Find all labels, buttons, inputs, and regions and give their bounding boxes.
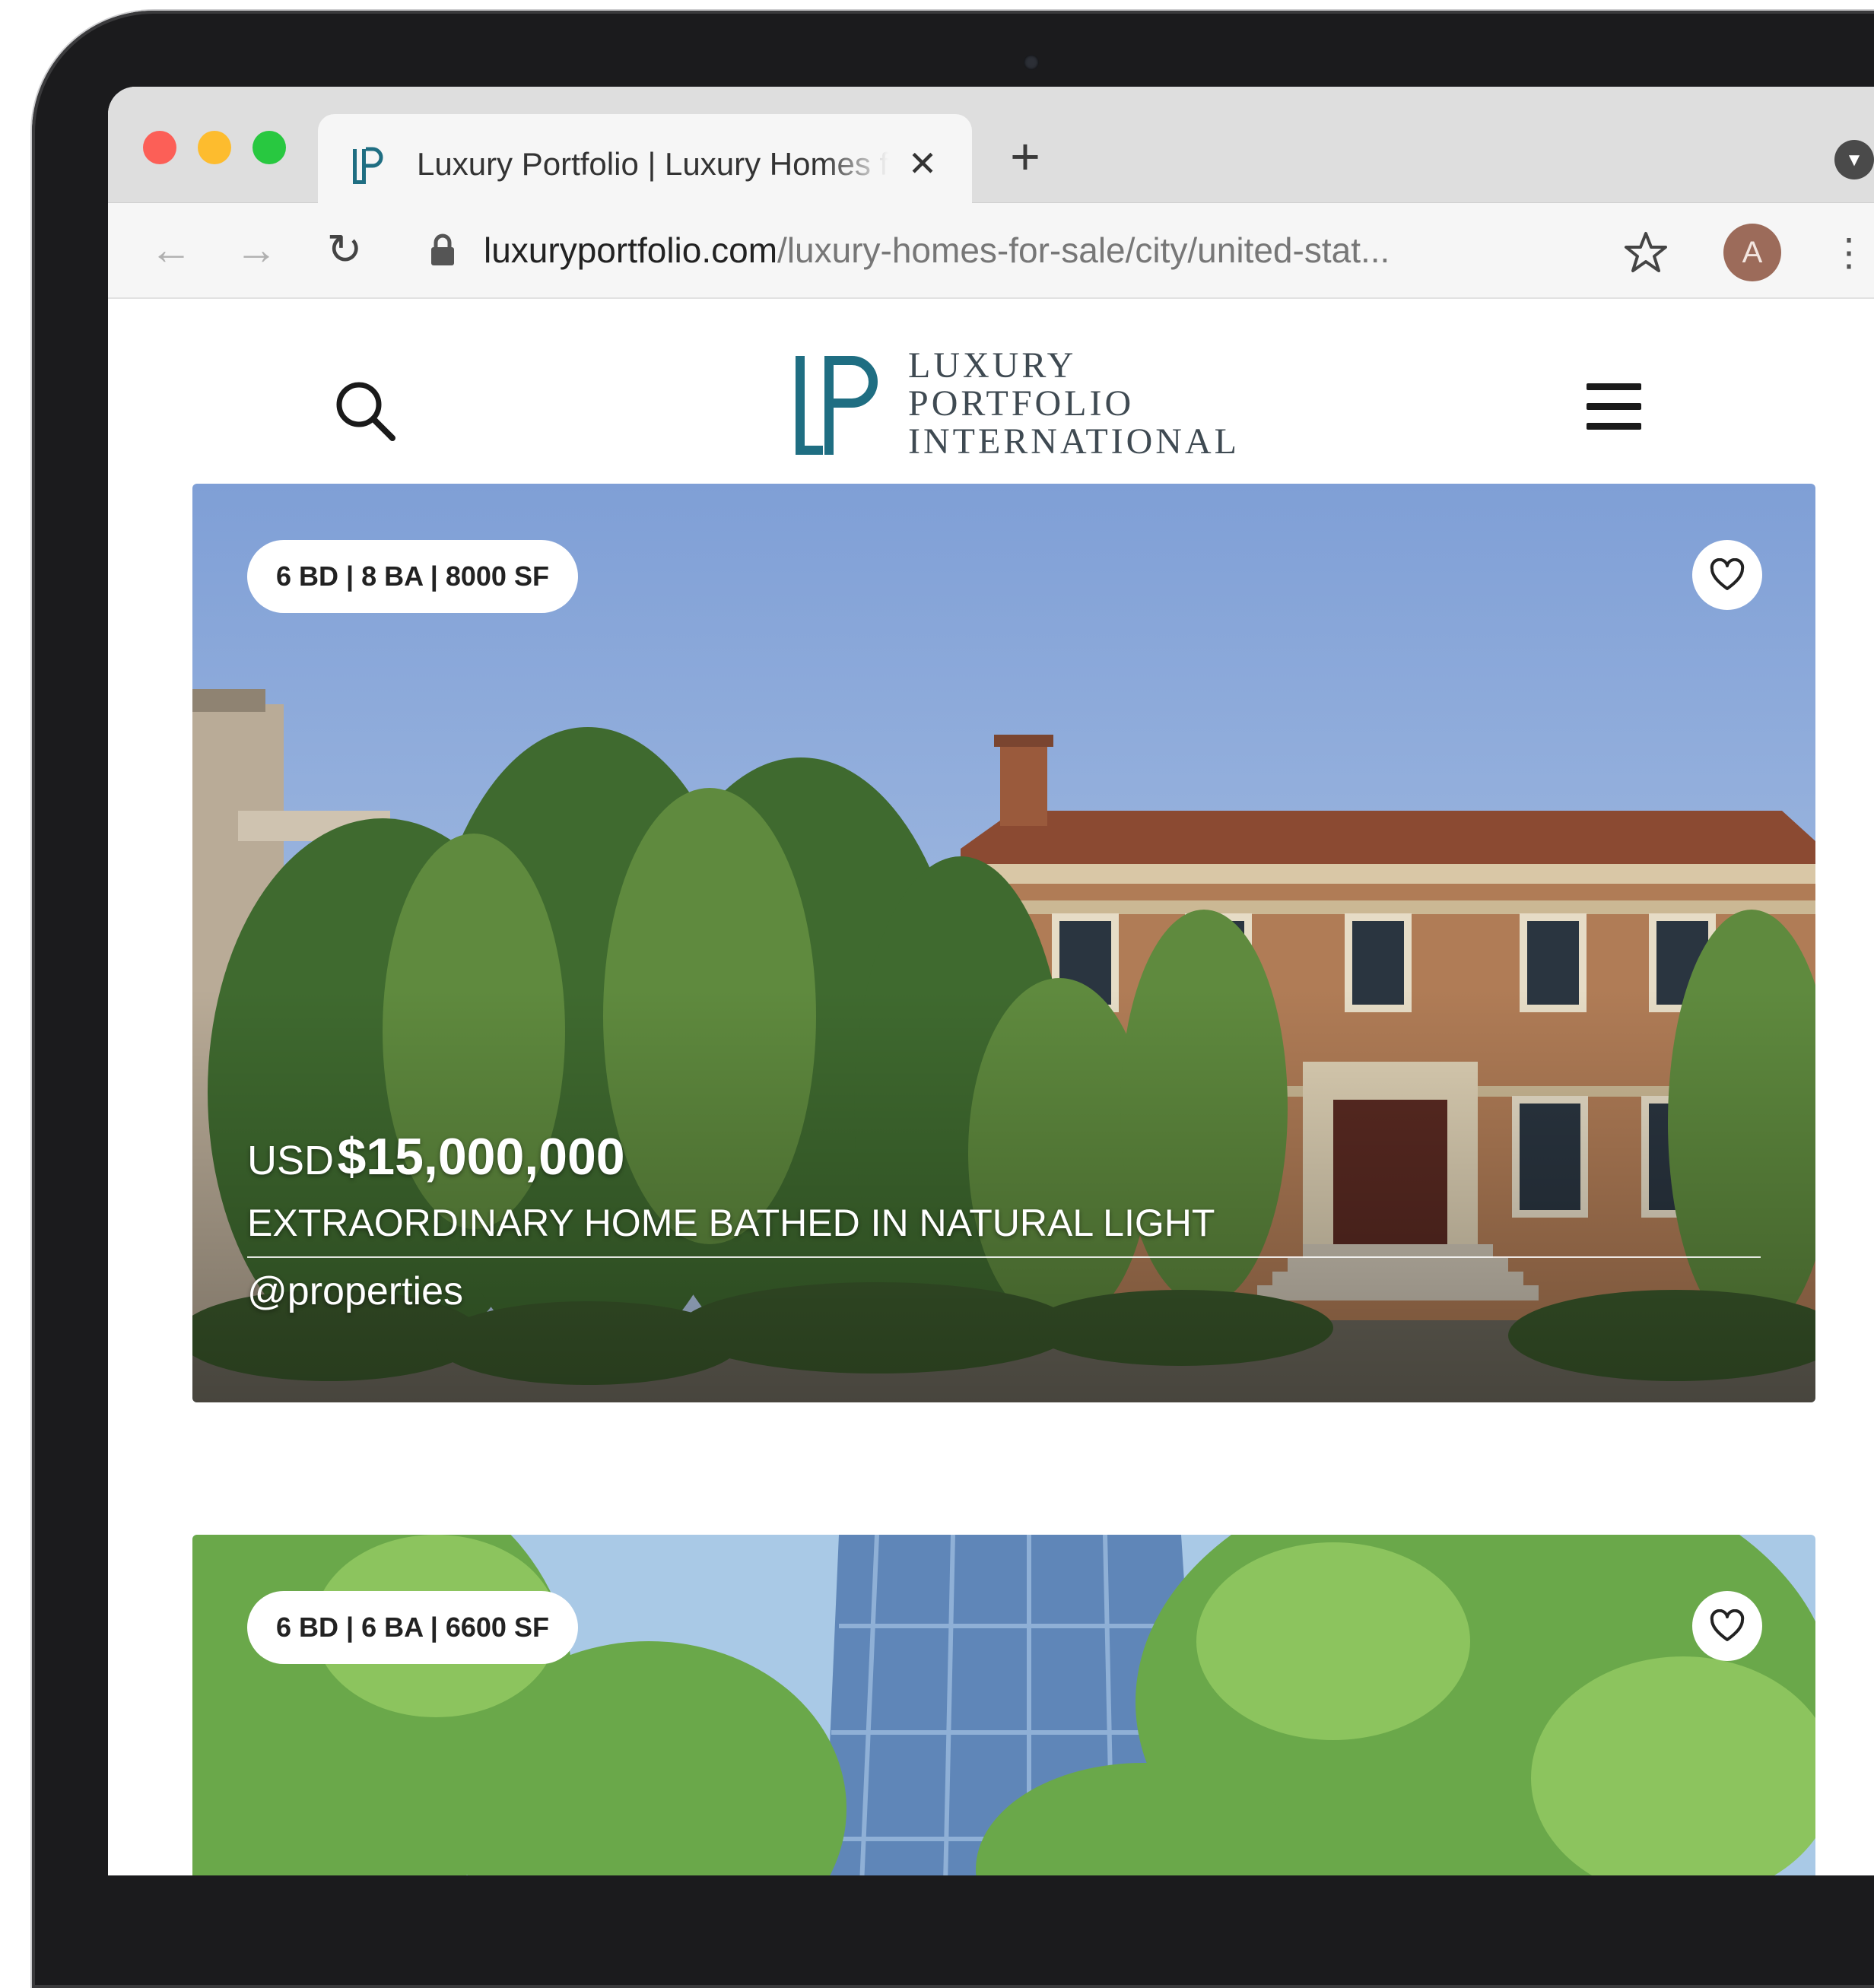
logo-wordmark: LUXURY PORTFOLIO INTERNATIONAL [908,347,1258,461]
heart-icon [1710,558,1745,590]
tab-title: Luxury Portfolio | Luxury Homes for Sale [417,146,888,182]
favorite-button[interactable] [1692,540,1762,610]
tab-strip: Luxury Portfolio | Luxury Homes for Sale… [108,87,1874,203]
tab-luxury-portfolio[interactable]: Luxury Portfolio | Luxury Homes for Sale… [318,114,972,203]
url-text: luxuryportfolio.com/luxury-homes-for-sal… [484,226,1625,275]
new-tab-button[interactable]: + [1002,131,1048,183]
specs-badge: 6 BD | 8 BA | 8000 SF [247,540,578,613]
listing-photo [192,1535,1815,1875]
hamburger-menu-icon[interactable] [1587,383,1641,430]
more-menu-icon[interactable]: ⋮ [1830,224,1868,281]
tab-close-icon[interactable]: ✕ [904,144,942,183]
logo-line-3: INTERNATIONAL [908,421,1240,462]
favicon-icon [353,147,383,184]
bookmark-star-icon[interactable] [1623,230,1669,275]
listing-title[interactable]: EXTRAORDINARY HOME BATHED IN NATURAL LIG… [247,1200,1692,1246]
listing-card[interactable]: 6 BD | 6 BA | 6600 SF [192,1535,1815,1875]
arrow-left-icon: ← [150,225,192,273]
logo-line-1: LUXURY [908,345,1077,386]
favorite-button[interactable] [1692,1591,1762,1661]
listing-card[interactable]: 6 BD | 8 BA | 8000 SF USD $15,000,000 EX… [192,484,1815,1402]
heart-icon [1710,1609,1745,1641]
minimize-window-button[interactable] [198,131,231,164]
url-host: luxuryportfolio.com [484,230,778,270]
listing-agent[interactable]: @properties [247,1264,1008,1319]
url-path: /luxury-homes-for-sale/city/united-stat.… [777,230,1390,270]
arrow-right-icon: → [235,225,278,273]
logo-line-2: PORTFOLIO [908,383,1135,424]
browser-toolbar: ← → ↻ luxuryportfolio.com/luxury-homes-f… [108,203,1874,299]
address-bar[interactable]: luxuryportfolio.com/luxury-homes-for-sal… [418,223,1757,278]
specs-badge: 6 BD | 6 BA | 6600 SF [247,1591,578,1664]
price-currency: USD [247,1138,335,1183]
logo-mark-icon [796,356,878,455]
reload-button[interactable]: ↻ [319,224,370,275]
listing-price: USD $15,000,000 [247,1127,625,1186]
browser-window: Luxury Portfolio | Luxury Homes for Sale… [108,87,1874,1875]
back-button[interactable]: ← [146,224,196,275]
chevron-down-icon: ▼ [1845,150,1863,170]
camera [1024,55,1039,70]
divider [247,1256,1761,1258]
profile-avatar[interactable]: A [1723,224,1781,281]
tab-search-button[interactable]: ▼ [1834,140,1874,179]
close-window-button[interactable] [143,131,176,164]
reload-icon: ↻ [326,225,363,273]
maximize-window-button[interactable] [253,131,286,164]
price-amount: $15,000,000 [337,1128,625,1186]
forward-button[interactable]: → [231,224,281,275]
site-logo[interactable]: LUXURY PORTFOLIO INTERNATIONAL [791,341,1278,462]
lock-icon [431,233,454,265]
search-icon[interactable] [333,379,397,443]
